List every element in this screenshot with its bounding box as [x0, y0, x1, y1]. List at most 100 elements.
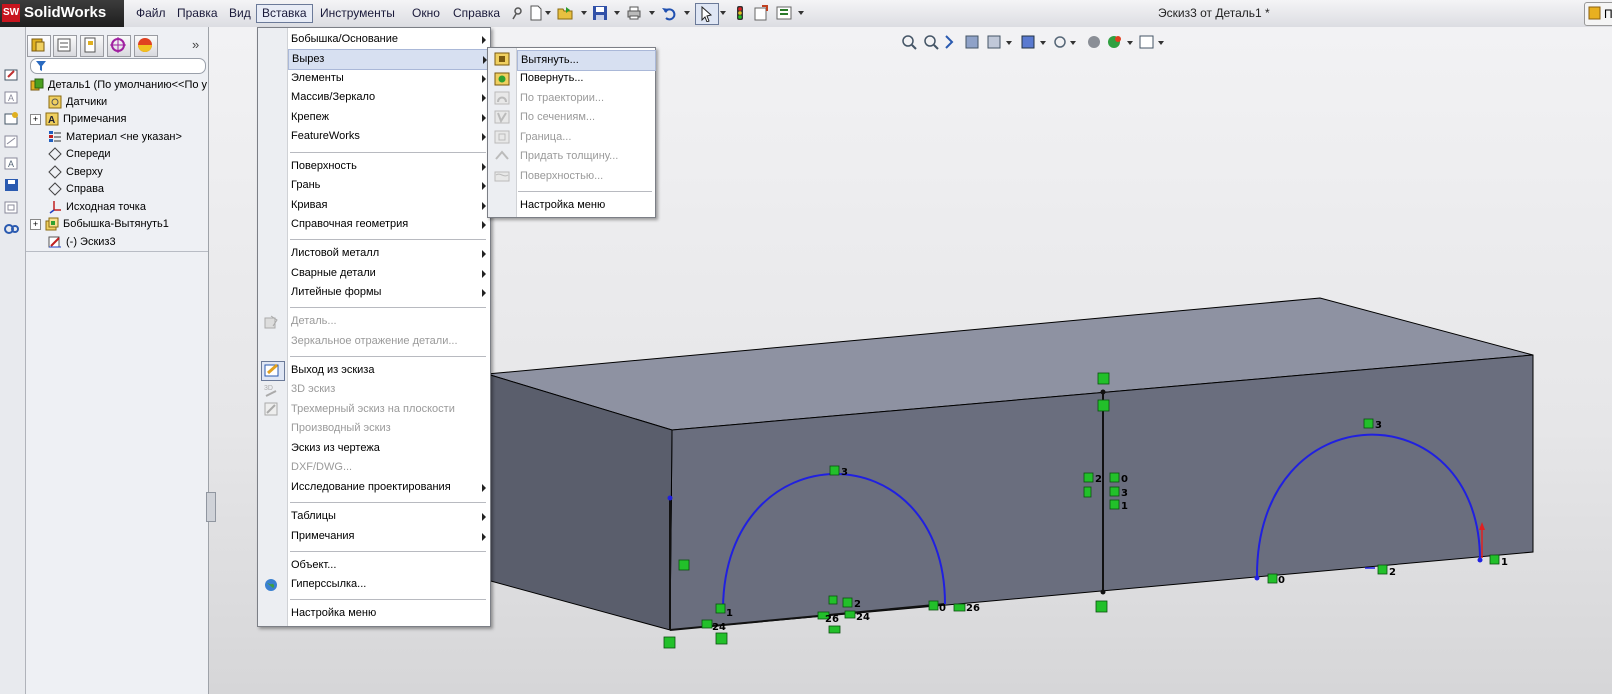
menu-item-weldments[interactable]: Сварные детали [288, 264, 491, 283]
thicken-cut-icon [495, 150, 509, 160]
expand-icon[interactable]: + [30, 218, 41, 230]
menu-item-object[interactable]: Объект... [288, 556, 491, 575]
menu-item-swept-cut[interactable]: По траектории... [517, 89, 654, 108]
feature-tool-icon[interactable] [4, 111, 20, 125]
help-button[interactable]: П [1584, 2, 1612, 26]
menu-item-curve[interactable]: Кривая [288, 196, 491, 215]
menu-item-revolved-cut[interactable]: Повернуть... [517, 69, 654, 88]
tab-display-manager[interactable] [134, 35, 158, 57]
new-document-icon[interactable] [528, 5, 544, 21]
text-tool-icon[interactable]: A [4, 156, 20, 170]
menu-item-featureworks[interactable]: FeatureWorks [288, 127, 491, 146]
svg-text:A: A [8, 159, 14, 169]
expand-icon[interactable]: + [30, 113, 41, 125]
expand-tabs-icon[interactable]: » [192, 37, 199, 52]
menu-item-hyperlink[interactable]: Гиперссылка... [288, 575, 491, 594]
save-sketch-icon[interactable] [4, 178, 20, 192]
tree-item-origin[interactable]: Исходная точка [35, 199, 146, 216]
menu-item-exit-sketch[interactable]: Выход из эскиза [288, 361, 491, 380]
tree-item-material[interactable]: Материал <не указан> [35, 129, 182, 146]
cut-with-surface-icon [494, 171, 510, 182]
menu-item-3d-sketch-on-plane[interactable]: Трехмерный эскиз на плоскости [288, 400, 491, 419]
menu-item-extruded-cut[interactable]: Вытянуть... [517, 50, 656, 71]
menu-tools[interactable]: Инструменты [315, 5, 400, 22]
menu-edit[interactable]: Правка [172, 5, 223, 22]
menu-item-face[interactable]: Грань [288, 176, 491, 195]
print-dropdown-icon[interactable] [649, 11, 655, 15]
tree-item-boss-extrude[interactable]: + Бобышка-Вытянуть1 [30, 216, 169, 233]
relation-label: 3 [1121, 488, 1128, 499]
tab-dimxpert-manager[interactable] [107, 35, 131, 57]
menu-item-customize-menu[interactable]: Настройка меню [517, 196, 654, 215]
save-dropdown-icon[interactable] [614, 11, 620, 15]
tree-item-right-plane[interactable]: Справа [35, 181, 104, 198]
tools-icon[interactable] [4, 222, 20, 236]
menu-item-tables[interactable]: Таблицы [288, 507, 491, 526]
annotations-icon: A [45, 112, 59, 126]
options-dropdown-icon[interactable] [798, 11, 804, 15]
menu-item-mirror-part[interactable]: Зеркальное отражение детали... [288, 332, 491, 351]
menu-item-3d-sketch[interactable]: 3D эскиз [288, 380, 491, 399]
menu-item-cut-with-surface[interactable]: Поверхностью... [517, 167, 654, 186]
tree-item-sketch3[interactable]: (-) Эскиз3 [35, 234, 116, 251]
menu-window[interactable]: Окно [407, 5, 445, 22]
menu-item-pattern-mirror[interactable]: Массив/Зеркало [288, 88, 491, 107]
select-button[interactable] [695, 3, 719, 25]
tree-item-label: Деталь1 (По умолчанию<<По у [48, 79, 208, 91]
menu-item-thicken-cut[interactable]: Придать толщину... [517, 147, 654, 166]
menu-item-dxf-dwg[interactable]: DXF/DWG... [288, 458, 491, 477]
smart-dimension-icon[interactable]: A [4, 90, 20, 104]
menu-item-sheet-metal[interactable]: Листовой металл [288, 244, 491, 263]
menu-item-derived-sketch[interactable]: Производный эскиз [288, 419, 491, 438]
menu-item-boundary-cut[interactable]: Граница... [517, 128, 654, 147]
tree-item-part[interactable]: Деталь1 (По умолчанию<<По у [30, 77, 207, 94]
tab-configuration-manager[interactable] [80, 35, 104, 57]
menu-item-cut[interactable]: Вырез [288, 49, 493, 70]
property-manager-icon [57, 38, 71, 52]
relations-icon[interactable] [4, 134, 20, 148]
undo-icon[interactable] [661, 5, 677, 21]
undo-dropdown-icon[interactable] [684, 11, 690, 15]
menu-insert[interactable]: Вставка [256, 4, 313, 23]
menu-item-sketch-from-drawing[interactable]: Эскиз из чертежа [288, 439, 491, 458]
menu-file[interactable]: Файл [131, 5, 171, 22]
menu-item-customize-menu[interactable]: Настройка меню [288, 604, 491, 623]
print-icon[interactable] [626, 5, 642, 21]
menu-item-molds[interactable]: Литейные формы [288, 283, 491, 302]
solidworks-logo[interactable]: SW SolidWorks [0, 0, 124, 27]
pin-icon[interactable] [510, 5, 526, 21]
tree-filter-input[interactable] [30, 58, 206, 74]
rebuild-traffic-light-icon[interactable] [732, 5, 748, 21]
menu-item-surface[interactable]: Поверхность [288, 157, 491, 176]
menu-item-annotations[interactable]: Примечания [288, 527, 491, 546]
tree-item-front-plane[interactable]: Спереди [35, 146, 111, 163]
relation-label: 26 [825, 614, 839, 625]
tab-property-manager[interactable] [53, 35, 77, 57]
layer-icon[interactable] [4, 200, 20, 214]
logo-text: SolidWorks [24, 4, 107, 21]
appearance-sphere-icon [138, 38, 152, 52]
menu-help[interactable]: Справка [448, 5, 505, 22]
menu-item-features[interactable]: Элементы [288, 69, 491, 88]
open-folder-icon[interactable] [557, 5, 573, 21]
options-icon[interactable] [776, 5, 792, 21]
menu-view[interactable]: Вид [224, 5, 256, 22]
file-properties-icon[interactable] [753, 5, 769, 21]
tree-item-annotations[interactable]: + A Примечания [30, 111, 127, 128]
tab-feature-manager[interactable] [27, 35, 51, 57]
menu-item-lofted-cut[interactable]: По сечениям... [517, 108, 654, 127]
menu-item-reference-geometry[interactable]: Справочная геометрия [288, 215, 491, 234]
tree-item-top-plane[interactable]: Сверху [35, 164, 103, 181]
relation-label: 2 [1095, 474, 1102, 485]
new-dropdown-icon[interactable] [545, 11, 551, 15]
select-dropdown-icon[interactable] [720, 11, 726, 15]
sketch-tool-icon[interactable] [4, 67, 20, 81]
save-icon[interactable] [592, 5, 608, 21]
menu-item-fastening[interactable]: Крепеж [288, 108, 491, 127]
tree-item-sensors[interactable]: Датчики [35, 94, 107, 111]
menu-item-design-study[interactable]: Исследование проектирования [288, 478, 491, 497]
open-dropdown-icon[interactable] [581, 11, 587, 15]
window-title: Эскиз3 от Деталь1 * [1158, 6, 1270, 20]
menu-item-part[interactable]: Деталь... [288, 312, 491, 331]
menu-item-boss-base[interactable]: Бобышка/Основание [288, 30, 491, 49]
